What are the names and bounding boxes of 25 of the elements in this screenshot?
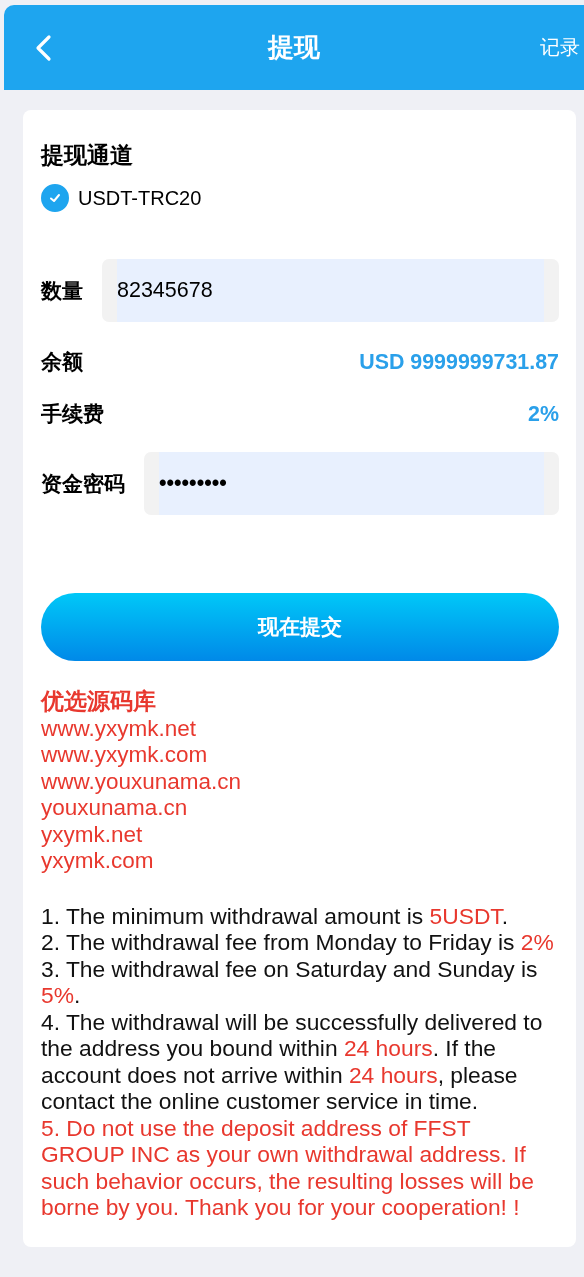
password-field[interactable]: •••••••••	[144, 452, 559, 515]
website-text: www.yxymk.net	[41, 715, 198, 742]
field-label: 资金密码	[41, 470, 125, 497]
note-text: 1. The minimum withdrawal amount is 5USDT.	[41, 902, 510, 929]
note-text: 5. Do not use the deposit address of FFST GROUP INC as your own withdrawal address. If such behavior occurs, the resulting losses will be borne by you. Thank you for your cooperation! !	[41, 1114, 535, 1221]
field-label: 手续费	[41, 401, 104, 427]
website-text: youxunama.cn	[41, 795, 189, 822]
note-text: 3. The withdrawal fee on Saturday and Sunday is 5%.	[41, 955, 539, 1009]
note-text: 2. The withdrawal fee from Monday to Friday is 2%	[41, 929, 555, 956]
promo-title: 优选源码库	[41, 689, 157, 716]
field-label: 数量	[41, 277, 83, 304]
amount-field[interactable]: 82345678	[102, 259, 559, 322]
fee-value: 2%	[528, 401, 559, 427]
channel-option[interactable]: USDT-TRC20	[78, 186, 202, 210]
page-title: 提现	[266, 32, 321, 63]
note-text: 4. The withdrawal will be successfully delivered to the address you bound within 24 hours. If the account does not arrive within 24 hours, please contact the online customer service in time.	[41, 1008, 544, 1115]
website-text: yxymk.com	[41, 848, 155, 875]
section-heading: 提现通道	[41, 141, 134, 170]
website-text: www.yxymk.com	[41, 742, 209, 769]
website-text: www.youxunama.cn	[41, 768, 243, 795]
website-text: yxymk.net	[41, 821, 144, 848]
balance-value: USD 9999999731.87	[359, 349, 559, 375]
check-icon[interactable]	[41, 184, 69, 212]
field-label: 余额	[41, 349, 83, 375]
back-icon	[34, 33, 52, 62]
